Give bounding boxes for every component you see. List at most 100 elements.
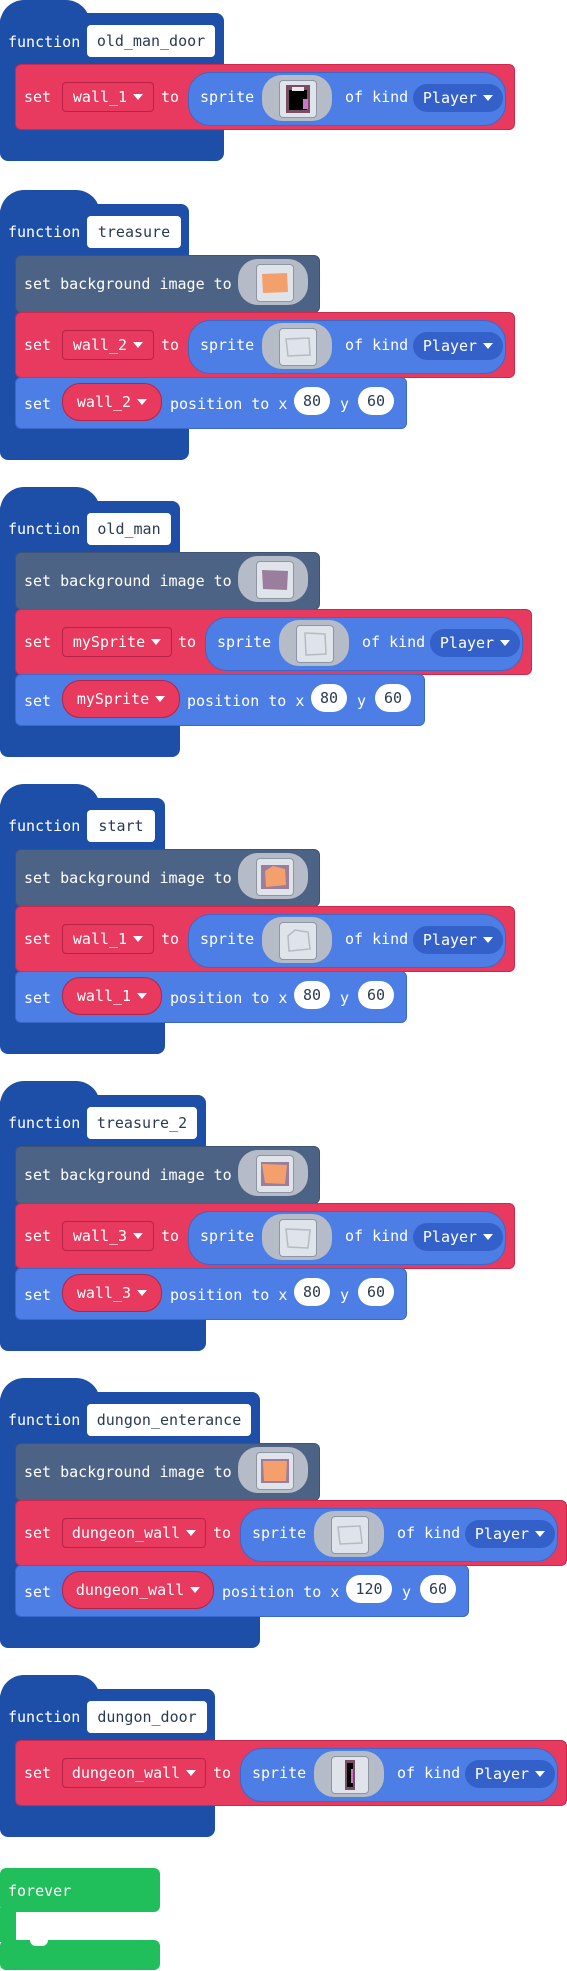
set-label: set xyxy=(24,633,52,651)
sprite-image-thumbnail[interactable] xyxy=(279,1219,317,1257)
variable-dropdown[interactable]: wall_3 xyxy=(62,1221,154,1251)
to-label: to xyxy=(178,633,197,651)
y-label: y xyxy=(340,395,350,413)
y-value-input[interactable]: 60 xyxy=(375,684,411,712)
sprite-image-thumbnail[interactable] xyxy=(279,80,317,118)
function-keyword: function xyxy=(8,817,81,835)
set-background-label: set background image to xyxy=(24,1166,232,1184)
set-label: set xyxy=(24,1583,52,1601)
door-sprite-icon xyxy=(286,85,310,113)
background-image-thumbnail[interactable] xyxy=(256,1452,294,1490)
sprite-label: sprite xyxy=(200,88,255,106)
y-value-input[interactable]: 60 xyxy=(358,1278,394,1306)
position-to-x-label: position to x xyxy=(170,395,288,413)
kind-dropdown[interactable]: Player xyxy=(465,1520,555,1548)
y-value-input[interactable]: 60 xyxy=(358,981,394,1009)
background-image-icon xyxy=(262,570,288,590)
function-name-field[interactable]: start xyxy=(87,810,155,842)
forever-spine xyxy=(0,1908,16,1942)
wall-sprite-icon xyxy=(287,929,311,952)
sprite-label: sprite xyxy=(200,930,255,948)
y-label: y xyxy=(402,1583,412,1601)
wall-sprite-icon xyxy=(285,337,311,357)
set-label: set xyxy=(24,1524,52,1542)
x-value-input[interactable]: 120 xyxy=(346,1575,392,1603)
function-name-field[interactable]: treasure xyxy=(87,216,181,248)
kind-dropdown[interactable]: Player xyxy=(413,1223,503,1251)
variable-pill[interactable]: wall_1 xyxy=(62,977,162,1015)
variable-pill[interactable]: wall_3 xyxy=(62,1274,162,1312)
to-label: to xyxy=(213,1524,232,1542)
kind-dropdown[interactable]: Player xyxy=(430,629,520,657)
kind-dropdown[interactable]: Player xyxy=(413,84,503,112)
sprite-label: sprite xyxy=(217,633,272,651)
kind-dropdown[interactable]: Player xyxy=(413,332,503,360)
set-background-label: set background image to xyxy=(24,275,232,293)
variable-dropdown[interactable]: dungeon_wall xyxy=(62,1518,206,1548)
variable-pill[interactable]: dungeon_wall xyxy=(62,1571,214,1609)
sprite-image-thumbnail[interactable] xyxy=(331,1516,369,1554)
function-name-field[interactable]: old_man xyxy=(87,513,171,545)
function-name-field[interactable]: treasure_2 xyxy=(87,1107,197,1139)
to-label: to xyxy=(161,88,180,106)
function-keyword: function xyxy=(8,1708,81,1726)
set-label: set xyxy=(24,395,52,413)
background-image-thumbnail[interactable] xyxy=(256,1155,294,1193)
variable-pill[interactable]: mySprite xyxy=(62,680,180,718)
function-name-field[interactable]: dungon_door xyxy=(87,1701,207,1733)
x-value-input[interactable]: 80 xyxy=(294,387,330,415)
sprite-label: sprite xyxy=(200,336,255,354)
set-label: set xyxy=(24,1227,52,1245)
sprite-image-thumbnail[interactable] xyxy=(331,1756,369,1794)
sprite-label: sprite xyxy=(252,1764,307,1782)
set-background-label: set background image to xyxy=(24,869,232,887)
variable-pill[interactable]: wall_2 xyxy=(62,383,162,421)
x-value-input[interactable]: 80 xyxy=(294,981,330,1009)
to-label: to xyxy=(161,336,180,354)
y-label: y xyxy=(357,692,367,710)
sprite-image-thumbnail[interactable] xyxy=(279,922,317,960)
sprite-label: sprite xyxy=(200,1227,255,1245)
function-keyword: function xyxy=(8,223,81,241)
y-value-input[interactable]: 60 xyxy=(420,1575,456,1603)
function-keyword: function xyxy=(8,1411,81,1429)
kind-dropdown[interactable]: Player xyxy=(413,926,503,954)
set-label: set xyxy=(24,88,52,106)
variable-dropdown[interactable]: wall_1 xyxy=(62,82,154,112)
kind-dropdown[interactable]: Player xyxy=(465,1760,555,1788)
sprite-image-thumbnail[interactable] xyxy=(296,625,334,663)
y-value-input[interactable]: 60 xyxy=(358,387,394,415)
of-kind-label: of kind xyxy=(397,1764,461,1782)
background-image-thumbnail[interactable] xyxy=(256,561,294,599)
to-label: to xyxy=(161,1227,180,1245)
background-image-thumbnail[interactable] xyxy=(256,858,294,896)
variable-dropdown[interactable]: wall_2 xyxy=(62,330,154,360)
background-image-thumbnail[interactable] xyxy=(256,264,294,302)
sprite-image-thumbnail[interactable] xyxy=(279,328,317,366)
variable-dropdown[interactable]: dungeon_wall xyxy=(62,1758,206,1788)
function-keyword: function xyxy=(8,520,81,538)
door-sprite-icon xyxy=(345,1760,355,1790)
wall-sprite-icon xyxy=(337,1525,363,1545)
set-label: set xyxy=(24,692,52,710)
to-label: to xyxy=(213,1764,232,1782)
set-label: set xyxy=(24,336,52,354)
function-name-field[interactable]: old_man_door xyxy=(87,25,215,57)
y-label: y xyxy=(340,989,350,1007)
x-value-input[interactable]: 80 xyxy=(294,1278,330,1306)
x-value-input[interactable]: 80 xyxy=(311,684,347,712)
position-to-x-label: position to x xyxy=(187,692,305,710)
background-image-icon xyxy=(261,1459,289,1483)
y-label: y xyxy=(340,1286,350,1304)
wall-sprite-icon xyxy=(304,632,327,656)
forever-footer xyxy=(0,1940,160,1970)
variable-dropdown[interactable]: mySprite xyxy=(62,627,172,657)
function-name-field[interactable]: dungon_enterance xyxy=(87,1404,251,1436)
variable-dropdown[interactable]: wall_1 xyxy=(62,924,154,954)
function-keyword: function xyxy=(8,33,81,51)
function-keyword: function xyxy=(8,1114,81,1132)
of-kind-label: of kind xyxy=(362,633,426,651)
set-label: set xyxy=(24,1286,52,1304)
forever-label: forever xyxy=(8,1882,72,1900)
of-kind-label: of kind xyxy=(345,88,409,106)
